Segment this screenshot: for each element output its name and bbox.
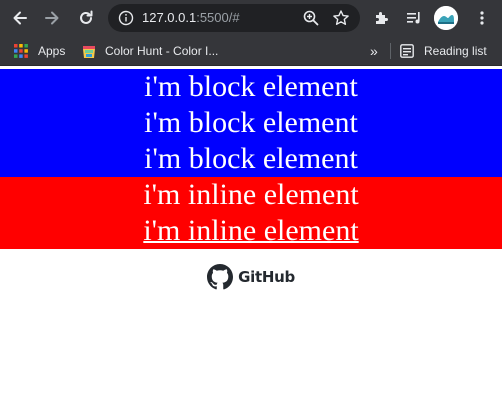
puzzle-icon bbox=[376, 12, 388, 24]
inline-element-link[interactable]: i'm inline element bbox=[143, 214, 358, 247]
url-text[interactable]: 127.0.0.1:5500/# bbox=[142, 10, 240, 26]
bookmark-color-hunt-label: Color Hunt - Color I... bbox=[105, 44, 219, 58]
block-element-1: i'm block element bbox=[144, 70, 358, 103]
browser-toolbar: 127.0.0.1:5500/# bbox=[0, 0, 502, 36]
block-element-2: i'm block element bbox=[144, 106, 358, 139]
block-element-3: i'm block element bbox=[144, 142, 358, 175]
url-host: 127.0.0.1 bbox=[142, 10, 197, 25]
inline-element-2-row: i'm inline element bbox=[0, 213, 502, 249]
chevron-double-right-icon: » bbox=[370, 43, 378, 59]
address-bar[interactable]: 127.0.0.1:5500/# bbox=[108, 4, 360, 32]
github-link[interactable]: GitHub bbox=[0, 249, 502, 305]
inline-elements-section: i'm inline element i'm inline element bbox=[0, 177, 502, 249]
reload-icon bbox=[80, 10, 93, 24]
playlist-icon bbox=[407, 12, 420, 24]
reading-list-button[interactable]: Reading list bbox=[400, 42, 487, 60]
block-elements-section: i'm block element i'm block element i'm … bbox=[0, 69, 502, 177]
url-path: :5500/# bbox=[196, 10, 240, 25]
bookmarks-bar: Apps Color Hunt - Color I... » Reading l… bbox=[0, 36, 502, 66]
back-button[interactable] bbox=[8, 6, 32, 30]
bookmark-star-icon[interactable] bbox=[332, 9, 350, 27]
bookmark-apps-label: Apps bbox=[38, 44, 66, 58]
avatar-image bbox=[434, 6, 458, 30]
github-icon bbox=[207, 264, 234, 290]
reading-list-label: Reading list bbox=[424, 44, 487, 58]
extensions-button[interactable] bbox=[370, 6, 394, 30]
bookmarks-divider bbox=[390, 43, 391, 59]
page-content: i'm block element i'm block element i'm … bbox=[0, 69, 502, 410]
media-control-button[interactable] bbox=[402, 6, 426, 30]
bookmarks-overflow-button[interactable]: » bbox=[370, 42, 378, 60]
zoom-icon[interactable] bbox=[302, 9, 320, 27]
reload-button[interactable] bbox=[74, 6, 98, 30]
info-icon[interactable] bbox=[118, 10, 134, 26]
forward-button[interactable] bbox=[40, 6, 64, 30]
bookmark-color-hunt[interactable]: Color Hunt - Color I... bbox=[82, 42, 218, 60]
inline-element-1: i'm inline element bbox=[143, 178, 359, 211]
arrow-right-icon bbox=[45, 11, 59, 25]
apps-grid-icon bbox=[14, 44, 28, 58]
color-hunt-favicon bbox=[83, 46, 95, 58]
more-vert-icon bbox=[480, 11, 484, 25]
github-label: GitHub bbox=[238, 268, 295, 286]
bookmark-apps[interactable]: Apps bbox=[14, 42, 65, 60]
browser-menu-button[interactable] bbox=[470, 6, 494, 30]
profile-avatar[interactable] bbox=[434, 6, 458, 30]
reading-list-icon bbox=[400, 44, 414, 58]
arrow-left-icon bbox=[13, 11, 27, 25]
